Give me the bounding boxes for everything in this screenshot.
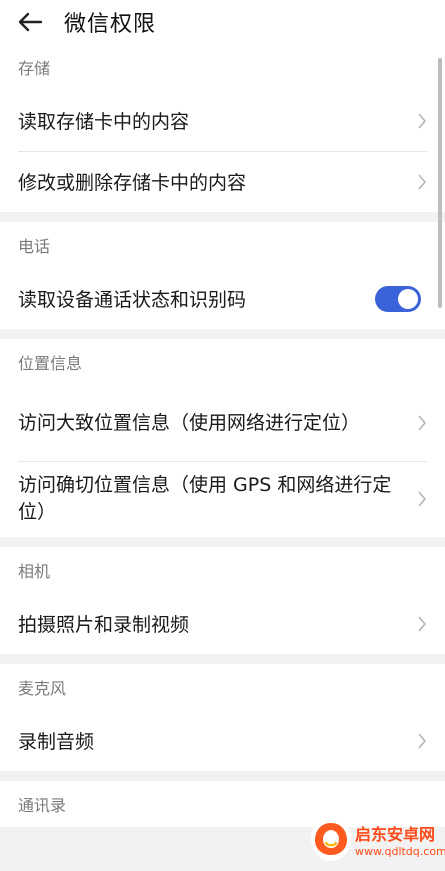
app-header: 微信权限 (0, 0, 445, 44)
permission-read-storage[interactable]: 读取存储卡中的内容 (0, 90, 445, 151)
permission-camera[interactable]: 拍摄照片和录制视频 (0, 593, 445, 654)
section-phone: 电话 读取设备通话状态和识别码 (0, 222, 445, 329)
section-title-location: 位置信息 (18, 354, 83, 373)
chevron-right-icon (418, 173, 427, 190)
chevron-right-icon (418, 112, 427, 129)
permission-label: 读取设备通话状态和识别码 (18, 289, 247, 311)
chevron-right-icon (418, 415, 427, 431)
section-location: 位置信息 访问大致位置信息（使用网络进行定位） 访问确切位置信息（使用 GPS … (0, 339, 445, 537)
section-title-phone: 电话 (18, 237, 51, 256)
watermark: 启东安卓网 www.qdltdq.com (311, 809, 445, 869)
section-title-microphone: 麦克风 (18, 679, 67, 698)
permission-label: 访问大致位置信息（使用网络进行定位） (18, 411, 361, 434)
chevron-right-icon (418, 491, 427, 507)
permission-label: 访问确切位置信息（使用 GPS 和网络进行定位） (18, 474, 392, 523)
toggle-knob (398, 288, 418, 309)
permission-label: 录制音频 (18, 731, 95, 753)
permission-record-audio[interactable]: 录制音频 (0, 710, 445, 771)
permission-label: 修改或删除存储卡中的内容 (18, 172, 247, 194)
section-title-camera: 相机 (18, 562, 51, 581)
watermark-url: www.qdltdq.com (355, 844, 445, 858)
permission-list: 存储 读取存储卡中的内容 修改或删除存储卡中的内容 电话 读取设备通话状态和识别… (0, 44, 445, 837)
permission-approx-location[interactable]: 访问大致位置信息（使用网络进行定位） (0, 385, 445, 461)
back-button[interactable] (8, 0, 52, 44)
arrow-left-icon (18, 12, 43, 32)
section-title-storage: 存储 (18, 59, 51, 78)
watermark-logo-icon (311, 817, 351, 861)
permission-precise-location[interactable]: 访问确切位置信息（使用 GPS 和网络进行定位） (0, 461, 445, 537)
permission-modify-storage[interactable]: 修改或删除存储卡中的内容 (0, 151, 445, 212)
watermark-name: 启东安卓网 (355, 824, 436, 844)
chevron-right-icon (418, 615, 427, 632)
watermark-text: 启东安卓网 www.qdltdq.com (355, 821, 445, 858)
section-camera: 相机 拍摄照片和录制视频 (0, 547, 445, 654)
phone-state-toggle[interactable] (375, 285, 421, 312)
section-microphone: 麦克风 录制音频 (0, 664, 445, 771)
chevron-right-icon (418, 732, 427, 749)
section-storage: 存储 读取存储卡中的内容 修改或删除存储卡中的内容 (0, 44, 445, 212)
permission-phone-state: 读取设备通话状态和识别码 (0, 268, 445, 329)
scrollbar[interactable] (438, 58, 442, 308)
permission-label: 读取存储卡中的内容 (18, 111, 190, 133)
permission-label: 拍摄照片和录制视频 (18, 614, 190, 636)
page-title: 微信权限 (64, 12, 157, 37)
